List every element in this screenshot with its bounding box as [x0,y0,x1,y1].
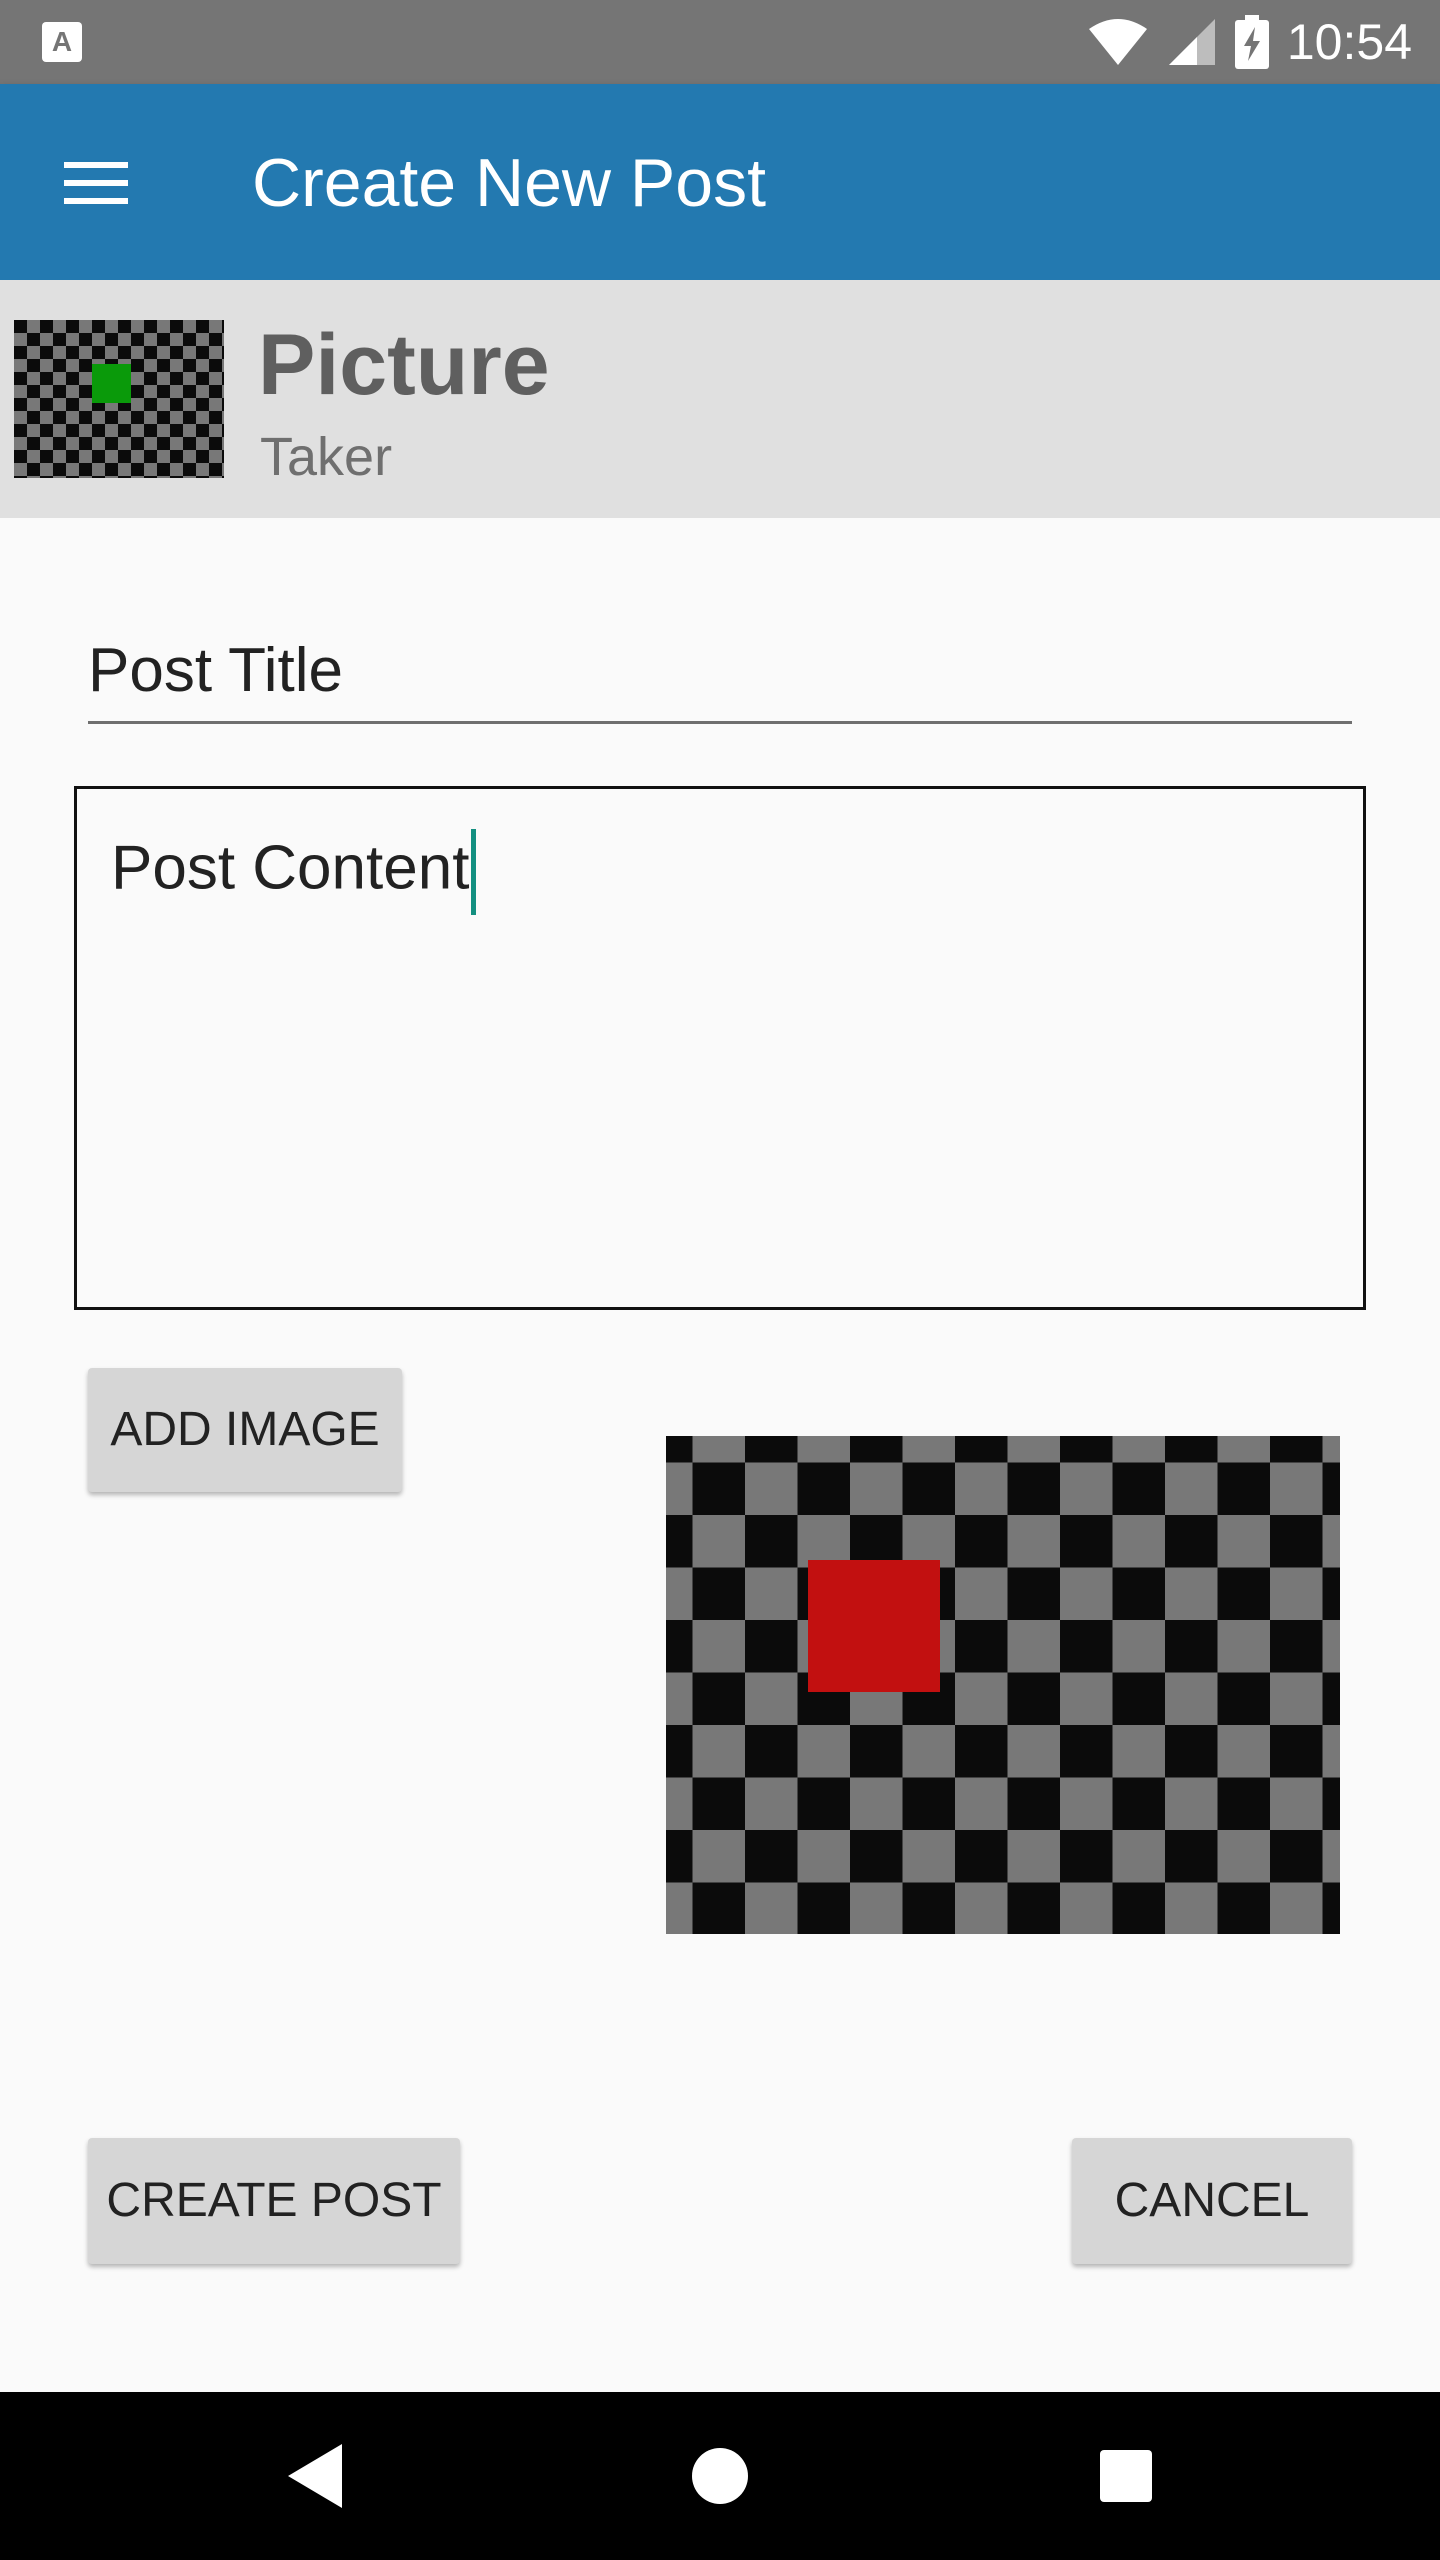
create-post-button[interactable]: CREATE POST [88,2138,460,2264]
post-content-value: Post Content [111,829,477,915]
battery-charging-icon [1234,15,1269,69]
status-icons: 10:54 [1087,0,1412,84]
cancel-button[interactable]: CANCEL [1072,2138,1352,2264]
post-title-field[interactable] [88,620,1352,724]
notification-icon: A [42,22,82,62]
post-content-field[interactable]: Post Content [74,786,1366,1310]
recents-icon[interactable] [1076,2426,1176,2526]
app-bar: Create New Post [0,84,1440,280]
status-bar: A 10:54 [0,0,1440,84]
text-cursor [471,829,477,915]
cell-signal-icon [1168,19,1215,65]
back-icon[interactable] [266,2426,366,2526]
image-preview [666,1436,1340,1934]
app-logo-icon [14,320,224,478]
navigation-bar [0,2392,1440,2560]
menu-button[interactable] [56,148,136,218]
home-icon[interactable] [670,2426,770,2526]
page-title: Create New Post [252,145,766,221]
brand-title: Picture [258,317,550,413]
status-time: 10:54 [1286,14,1412,70]
wifi-icon [1088,19,1147,65]
brand-header: Picture Taker [0,280,1440,518]
menu-icon [64,162,128,204]
brand-subtitle: Taker [260,427,393,487]
add-image-button[interactable]: ADD IMAGE [88,1368,402,1492]
post-title-input[interactable] [88,620,1352,721]
